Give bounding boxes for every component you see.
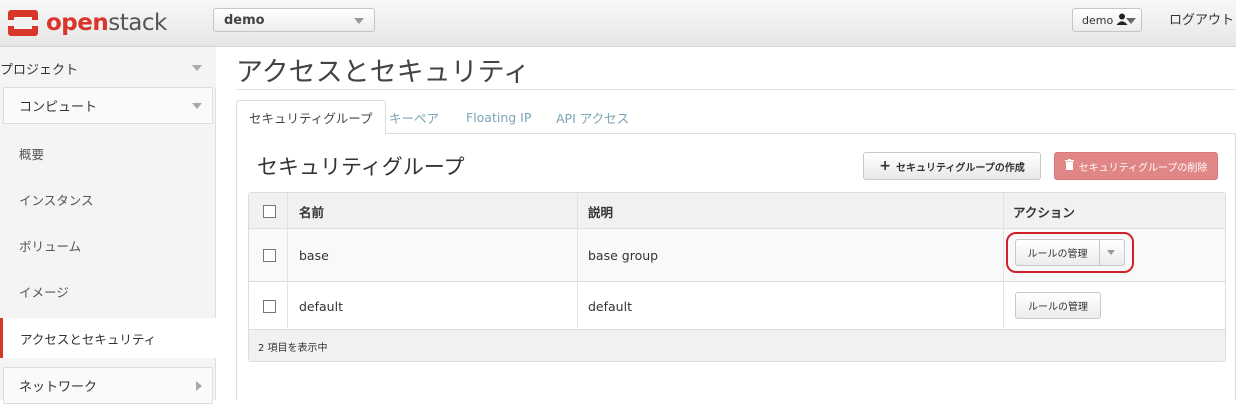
chevron-down-icon: [192, 103, 202, 109]
chevron-right-icon: [196, 381, 202, 391]
row-name: base: [299, 247, 329, 263]
chevron-down-icon: [354, 18, 364, 24]
trash-icon: [1064, 159, 1074, 173]
row-description: base group: [588, 247, 659, 263]
column-name[interactable]: 名前: [299, 193, 324, 229]
panel-title: セキュリティグループ: [257, 155, 465, 179]
plus-icon: +: [879, 158, 891, 174]
sidebar-project-label: プロジェクト: [0, 62, 79, 78]
logo-text-open: open: [46, 10, 109, 36]
sidebar-item-overview[interactable]: 概要: [0, 131, 216, 175]
manage-rules-button-group: ルールの管理: [1015, 239, 1125, 266]
column-divider: [577, 193, 578, 328]
openstack-logo-icon: [6, 8, 40, 38]
top-navbar: openstack demo demo ログアウト: [0, 0, 1236, 47]
user-name: demo: [1082, 13, 1114, 27]
sidebar-network-label: ネットワーク: [19, 380, 98, 395]
create-button-label: セキュリティグループの作成: [895, 162, 1025, 174]
row-select-cell: [263, 229, 276, 281]
sidebar-item-instances[interactable]: インスタンス: [0, 177, 216, 221]
row-description: default: [588, 298, 632, 314]
title-divider: [236, 89, 1236, 90]
logo-text-stack: stack: [108, 10, 167, 36]
sidebar: プロジェクト コンピュート 概要 インスタンス ボリューム イメージ アクセスと…: [0, 47, 216, 404]
column-divider: [1003, 193, 1004, 328]
tab-api-access[interactable]: API アクセス: [556, 100, 629, 134]
openstack-logo[interactable]: openstack: [6, 7, 167, 39]
chevron-down-icon: [1126, 18, 1136, 24]
table-row: base base group ルールの管理: [249, 229, 1225, 282]
logo-text: openstack: [46, 10, 167, 36]
column-divider: [287, 193, 288, 328]
tab-security-groups[interactable]: セキュリティグループ: [236, 100, 386, 135]
select-all-cell: [263, 193, 276, 229]
sidebar-compute-label: コンピュート: [19, 100, 98, 115]
manage-rules-button[interactable]: ルールの管理: [1016, 240, 1100, 265]
column-description[interactable]: 説明: [588, 193, 613, 229]
delete-security-group-button[interactable]: セキュリティグループの削除: [1054, 152, 1218, 180]
sidebar-compute-section[interactable]: コンピュート: [3, 87, 213, 124]
delete-button-label: セキュリティグループの削除: [1078, 162, 1208, 174]
tab-bar: セキュリティグループ キーペア Floating IP API アクセス: [236, 100, 1236, 135]
table-footer: 2 項目を表示中: [249, 330, 1225, 361]
security-groups-table: 名前 説明 アクション base base group ルールの管理 defau…: [248, 192, 1226, 362]
security-groups-panel: セキュリティグループ + セキュリティグループの作成 セキュリティグループの削除…: [236, 134, 1236, 400]
table-header: 名前 説明 アクション: [249, 193, 1225, 229]
tab-floating-ip[interactable]: Floating IP: [466, 100, 531, 134]
row-name: default: [299, 298, 343, 314]
logout-link[interactable]: ログアウト: [1169, 9, 1234, 28]
create-security-group-button[interactable]: + セキュリティグループの作成: [863, 152, 1041, 180]
sidebar-network-section[interactable]: ネットワーク: [3, 367, 213, 404]
sidebar-item-volumes[interactable]: ボリューム: [0, 223, 216, 267]
row-select-cell: [263, 283, 276, 329]
project-selector-label: demo: [224, 12, 265, 28]
column-actions: アクション: [1013, 204, 1075, 220]
page-title: アクセスとセキュリティ: [236, 57, 531, 88]
tab-keypairs[interactable]: キーペア: [389, 100, 439, 134]
sidebar-project-section[interactable]: プロジェクト: [0, 47, 216, 89]
row-checkbox[interactable]: [263, 299, 276, 313]
sidebar-item-images[interactable]: イメージ: [0, 269, 216, 313]
project-selector[interactable]: demo: [213, 8, 375, 32]
sidebar-item-access-security[interactable]: アクセスとセキュリティ: [0, 318, 216, 358]
manage-rules-button[interactable]: ルールの管理: [1015, 292, 1101, 319]
user-menu-button[interactable]: demo: [1072, 8, 1142, 32]
row-checkbox[interactable]: [263, 248, 276, 262]
table-row: default default ルールの管理: [249, 283, 1225, 330]
chevron-down-icon[interactable]: [1107, 250, 1115, 255]
chevron-down-icon: [192, 65, 202, 71]
select-all-checkbox[interactable]: [263, 204, 276, 218]
